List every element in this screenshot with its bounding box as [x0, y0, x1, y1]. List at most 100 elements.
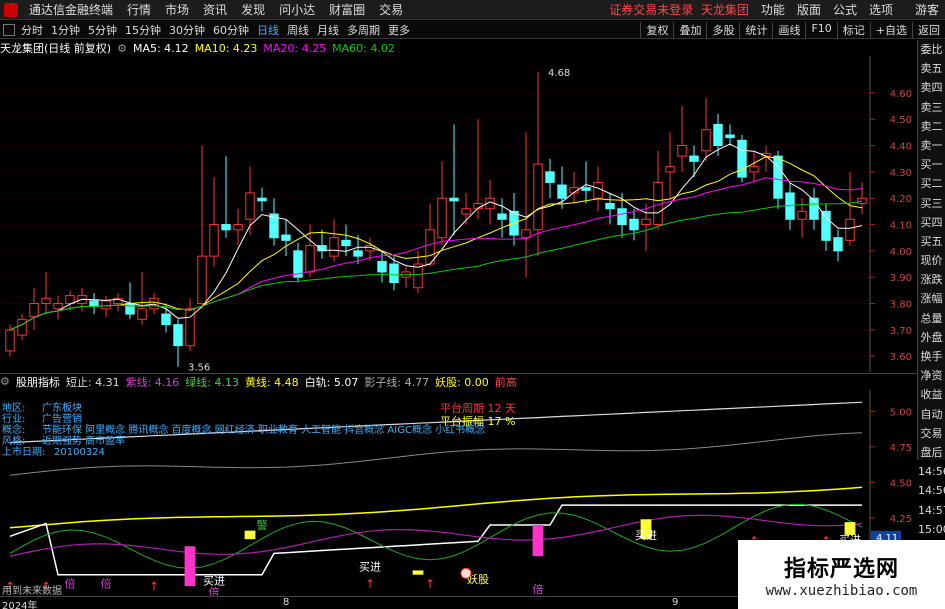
concept-value: 节能环保 阿里概念 腾讯概念 百度概念 网红经济 职业教育 人工智能 抖音概念 … — [42, 425, 486, 436]
period-15min[interactable]: 15分钟 — [121, 22, 165, 38]
btn-multi-stock[interactable]: 多股 — [706, 21, 739, 38]
menu-guest[interactable]: 游客 — [909, 1, 945, 18]
side-item-6[interactable]: 买一 — [918, 155, 945, 174]
candle-body — [137, 308, 147, 320]
btn-adjust[interactable]: 复权 — [640, 21, 673, 38]
menu-formula[interactable]: 公式 — [827, 1, 863, 18]
toolbar-toggle-icon[interactable] — [3, 23, 15, 36]
menu-ask-xiaoda[interactable]: 问小达 — [272, 1, 322, 18]
buy-arrow-2: ↑ — [149, 580, 159, 594]
menu-wealth-circle[interactable]: 财富圈 — [322, 1, 372, 18]
candle-41 — [497, 198, 507, 238]
side-item-25[interactable]: 15:00 — [918, 520, 945, 539]
candle-12 — [149, 293, 159, 315]
kline-header: 天龙集团(日线 前复权) ⚙ MA5: 4.12 MA10: 4.23 MA20… — [0, 40, 401, 56]
side-item-23[interactable]: 14:56 — [918, 481, 945, 500]
btn-draw[interactable]: 画线 — [772, 21, 805, 38]
period-intraday[interactable]: 分时 — [17, 22, 47, 38]
menu-function[interactable]: 功能 — [755, 1, 791, 18]
period-30min[interactable]: 30分钟 — [165, 22, 209, 38]
side-item-12[interactable]: 涨跌 — [918, 270, 945, 289]
ind-tick-label-2: 4.50 — [890, 478, 912, 489]
period-60min[interactable]: 60分钟 — [209, 22, 253, 38]
side-item-11[interactable]: 现价 — [918, 251, 945, 270]
side-item-10[interactable]: 买五 — [918, 232, 945, 251]
candle-body — [545, 171, 555, 183]
candle-55 — [665, 132, 675, 199]
btn-mark[interactable]: 标记 — [836, 21, 870, 38]
candle-22 — [269, 198, 279, 246]
side-item-19[interactable]: 自动 — [918, 405, 945, 424]
menu-news[interactable]: 资讯 — [196, 1, 234, 18]
candle-body — [497, 213, 507, 220]
buy-label-1: 买进 — [359, 560, 381, 573]
period-more[interactable]: 更多 — [384, 22, 414, 38]
side-item-4[interactable]: 卖二 — [918, 117, 945, 136]
candle-43 — [521, 132, 531, 278]
candle-47 — [569, 171, 579, 204]
date-label-year: 2024年 — [2, 601, 38, 609]
period-multi[interactable]: 多周期 — [343, 22, 384, 38]
menu-options[interactable]: 选项 — [863, 1, 899, 18]
btn-add-watchlist[interactable]: +自选 — [869, 21, 912, 38]
side-item-5[interactable]: 卖一 — [918, 136, 945, 155]
high-price-label: 4.68 — [548, 68, 570, 79]
future-data-note: 用到未来数据 — [2, 586, 62, 597]
btn-back[interactable]: 返回 — [912, 21, 945, 38]
app-logo-icon — [4, 2, 18, 17]
side-item-13[interactable]: 涨幅 — [918, 289, 945, 308]
ma60-value: MA60: 4.02 — [332, 41, 395, 55]
indicator-name[interactable]: 股朋指标 — [16, 374, 60, 390]
side-item-1[interactable]: 卖五 — [918, 59, 945, 78]
period-1min[interactable]: 1分钟 — [47, 22, 84, 38]
btn-overlay[interactable]: 叠加 — [673, 21, 706, 38]
indicator-settings-icon[interactable]: ⚙ — [0, 375, 10, 388]
side-item-0[interactable]: 委比 — [918, 40, 945, 59]
side-item-24[interactable]: 14:57 — [918, 501, 945, 520]
side-item-16[interactable]: 换手 — [918, 347, 945, 366]
candle-body — [557, 184, 567, 199]
indicator-value-0: 短止: 4.31 — [65, 375, 120, 389]
indicator-header: ⚙ 股朋指标 短止: 4.31 紫线: 4.16 绿线: 4.13 黄线: 4.48 白… — [0, 373, 917, 389]
candle-14 — [173, 319, 183, 367]
btn-stats[interactable]: 统计 — [739, 21, 772, 38]
menu-layout[interactable]: 版面 — [791, 1, 827, 18]
side-item-21[interactable]: 盘后 — [918, 443, 945, 462]
period-daily[interactable]: 日线 — [253, 22, 283, 38]
kline-chart[interactable]: 4.60 4.50 4.40 4.30 4.20 4.10 4.00 3.90 3.80 3.70… — [0, 56, 917, 372]
side-item-8[interactable]: 买三 — [918, 194, 945, 213]
side-item-20[interactable]: 交易 — [918, 424, 945, 443]
candle-52 — [629, 208, 639, 241]
side-item-17[interactable]: 净资 — [918, 366, 945, 385]
side-item-18[interactable]: 收益 — [918, 385, 945, 404]
candle-4 — [53, 295, 63, 320]
candle-body — [425, 229, 435, 265]
side-item-3[interactable]: 卖三 — [918, 98, 945, 117]
green-line — [9, 503, 863, 569]
trading-terminal: 通达信金融终端 行情 市场 资讯 发现 问小达 财富圈 交易 证券交易未登录 天… — [0, 0, 945, 609]
menu-market[interactable]: 市场 — [158, 1, 196, 18]
settings-gear-icon[interactable]: ⚙ — [117, 42, 127, 55]
price-tick-label-3: 4.30 — [890, 168, 912, 179]
btn-f10[interactable]: F10 — [805, 21, 836, 38]
side-item-14[interactable]: 总量 — [918, 309, 945, 328]
candle-16 — [197, 145, 207, 309]
stock-title[interactable]: 天龙集团(日线 前复权) — [0, 40, 111, 56]
candle-60 — [725, 124, 735, 146]
candle-39 — [473, 119, 483, 220]
side-item-2[interactable]: 卖四 — [918, 78, 945, 97]
side-item-22[interactable]: 14:56 — [918, 462, 945, 481]
candle-body — [329, 237, 339, 257]
period-monthly[interactable]: 月线 — [313, 22, 343, 38]
side-item-9[interactable]: 买四 — [918, 213, 945, 232]
side-item-15[interactable]: 外盘 — [918, 328, 945, 347]
login-status[interactable]: 证券交易未登录 天龙集团 — [609, 1, 749, 18]
candle-body — [845, 218, 855, 241]
period-weekly[interactable]: 周线 — [283, 22, 313, 38]
menu-discover[interactable]: 发现 — [234, 1, 272, 18]
side-item-7[interactable]: 买二 — [918, 174, 945, 193]
candle-24 — [293, 242, 303, 283]
menu-quotes[interactable]: 行情 — [120, 1, 158, 18]
menu-trade[interactable]: 交易 — [372, 1, 410, 18]
period-5min[interactable]: 5分钟 — [84, 22, 121, 38]
